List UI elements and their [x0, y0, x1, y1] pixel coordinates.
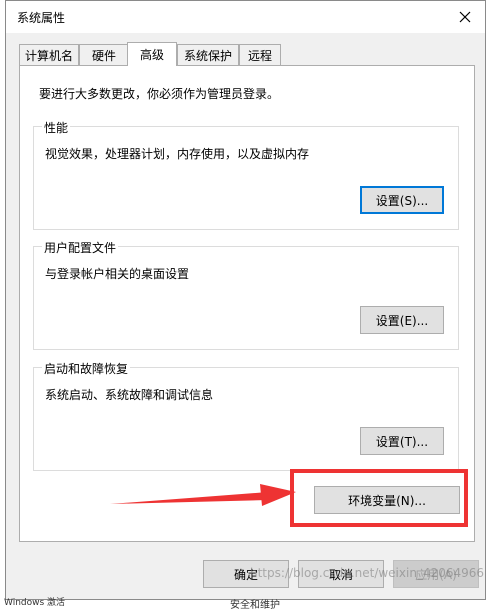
tab-hardware[interactable]: 硬件 — [79, 44, 129, 65]
tab-system-protection[interactable]: 系统保护 — [177, 44, 239, 65]
startup-recovery-title: 启动和故障恢复 — [42, 360, 131, 377]
user-profiles-description: 与登录帐户相关的桌面设置 — [45, 267, 190, 281]
admin-note: 要进行大多数更改，你必须作为管理员登录。 — [39, 87, 280, 101]
performance-description: 视觉效果，处理器计划，内存使用，以及虚拟内存 — [45, 147, 310, 161]
startup-recovery-settings-button[interactable]: 设置(T)... — [360, 427, 444, 455]
tab-computer-name[interactable]: 计算机名 — [19, 44, 79, 65]
startup-recovery-group: 启动和故障恢复 系统启动、系统故障和调试信息 设置(T)... — [33, 360, 459, 471]
title-bar: 系统属性 — [6, 1, 485, 33]
tab-remote[interactable]: 远程 — [239, 44, 281, 65]
close-button[interactable] — [445, 1, 485, 32]
close-icon — [459, 11, 471, 22]
highlight-box — [290, 469, 468, 527]
annotation-arrow-icon — [110, 484, 296, 506]
performance-title: 性能 — [42, 119, 71, 136]
user-profiles-group: 用户配置文件 与登录帐户相关的桌面设置 设置(E)... — [33, 239, 459, 350]
user-profiles-title: 用户配置文件 — [42, 239, 119, 256]
performance-settings-button[interactable]: 设置(S)... — [360, 186, 444, 214]
user-profiles-settings-button[interactable]: 设置(E)... — [360, 306, 444, 334]
tab-advanced[interactable]: 高级 — [127, 42, 177, 66]
startup-recovery-description: 系统启动、系统故障和调试信息 — [45, 388, 214, 402]
watermark: https://blog.csdn.net/weixin_42064966 — [250, 566, 485, 580]
taskbar-fragment: Windows 激活 — [4, 598, 66, 608]
window-title: 系统属性 — [17, 11, 66, 25]
background-fragment-text: 安全和维护 — [230, 600, 280, 611]
performance-group: 性能 视觉效果，处理器计划，内存使用，以及虚拟内存 设置(S)... — [33, 119, 459, 230]
